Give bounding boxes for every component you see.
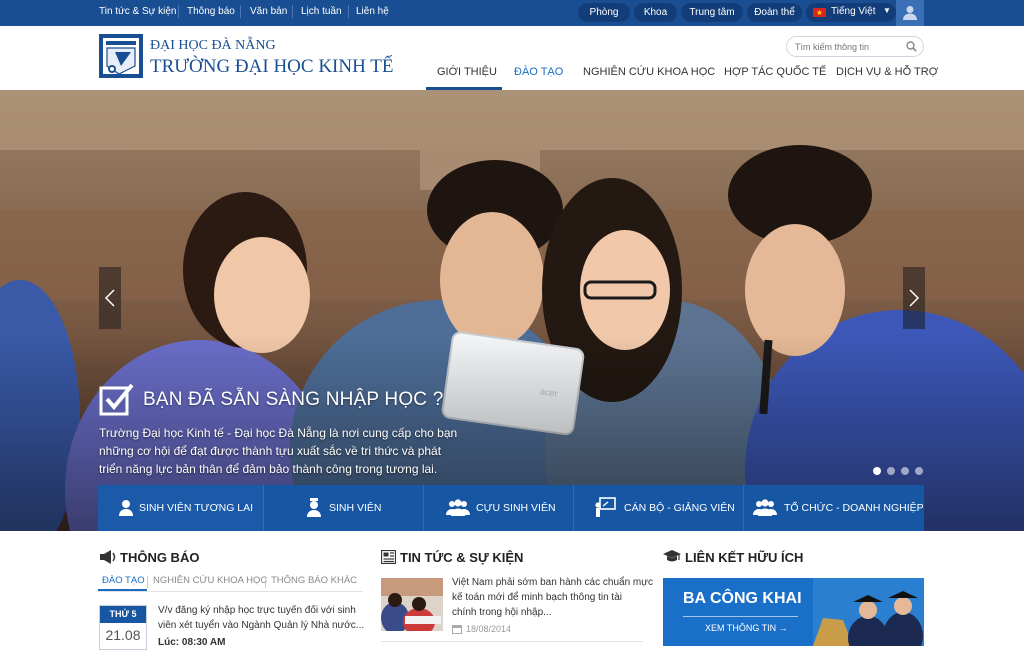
tile-label: CỰU SINH VIÊN <box>476 502 556 514</box>
flag-vn-icon <box>813 8 826 17</box>
user-menu-button[interactable] <box>896 0 924 26</box>
banner-title: BA CÔNG KHAI <box>683 590 802 607</box>
tile-label: SINH VIÊN <box>329 502 382 514</box>
tile-label: TỔ CHỨC - DOANH NGHIỆP <box>784 502 924 514</box>
toplink-news[interactable]: Tin tức & Sự kiện <box>99 6 177 17</box>
toplink-contact[interactable]: Liên hệ <box>356 6 389 17</box>
slider-dot[interactable] <box>887 467 895 475</box>
pill-unions[interactable]: Đoàn thể <box>747 3 802 22</box>
nav-services[interactable]: DỊCH VỤ & HỖ TRỢ <box>836 66 938 78</box>
student-icon <box>307 498 321 517</box>
toplink-notices[interactable]: Thông báo <box>187 6 235 17</box>
nav-about[interactable]: GIỚI THIỆU <box>437 66 497 78</box>
news-headline-line[interactable]: kế toán mới để minh bạch thông tin tài <box>452 592 622 603</box>
news-headline-line[interactable]: chính trong hội nhập... <box>452 607 552 618</box>
slider-prev-button[interactable] <box>99 267 121 329</box>
divider <box>683 616 798 617</box>
tile-organizations[interactable]: TỔ CHỨC - DOANH NGHIỆP <box>744 485 924 531</box>
slider-dot[interactable] <box>873 467 881 475</box>
notices-tab-research[interactable]: NGHIÊN CỨU KHOA HỌC <box>153 575 267 586</box>
hero-text-line: Trường Đại học Kinh tế - Đại học Đà Nẵng… <box>99 426 458 440</box>
hero-text-line: triển năng lực bản thân để đảm bảo thành… <box>99 462 438 476</box>
user-icon <box>903 6 917 20</box>
school-name: TRƯỜNG ĐẠI HỌC KINH TẾ <box>150 56 394 77</box>
tile-label: CÁN BỘ - GIẢNG VIÊN <box>624 502 735 514</box>
divider <box>348 5 349 18</box>
people-icon <box>446 499 470 516</box>
slider-next-button[interactable] <box>903 267 925 329</box>
tile-students[interactable]: SINH VIÊN <box>264 485 424 531</box>
search-icon[interactable] <box>906 41 917 52</box>
divider <box>98 591 363 592</box>
checkbox-icon <box>99 383 134 416</box>
divider <box>240 5 241 18</box>
chevron-left-icon <box>104 289 115 307</box>
nav-international[interactable]: HỢP TÁC QUỐC TẾ <box>724 66 826 78</box>
divider <box>381 641 643 642</box>
nav-training[interactable]: ĐÀO TẠO <box>514 66 563 78</box>
news-date: 18/08/2014 <box>466 624 512 634</box>
slider-dot[interactable] <box>901 467 909 475</box>
news-photo <box>381 578 443 631</box>
hero-text-line: những cơ hội để đạt được thành tựu xuất … <box>99 444 442 458</box>
calendar-weekday: THỨ 5 <box>100 606 146 623</box>
calendar-badge: THỨ 5 21.08 <box>99 605 147 650</box>
university-logo[interactable] <box>99 34 143 78</box>
notices-title: THÔNG BÁO <box>120 550 200 565</box>
news-thumbnail[interactable] <box>381 578 443 631</box>
toplink-weekly-schedule[interactable]: Lịch tuần <box>301 6 342 17</box>
newspaper-icon <box>381 550 396 564</box>
board-icon <box>595 497 616 517</box>
divider <box>147 576 148 588</box>
pill-departments[interactable]: Phòng <box>578 3 630 22</box>
banner-three-publicity[interactable]: BA CÔNG KHAI XEM THÔNG TIN → <box>663 578 924 646</box>
nav-research[interactable]: NGHIÊN CỨU KHOA HỌC <box>583 66 715 78</box>
graduation-cap-icon <box>663 550 681 562</box>
chevron-right-icon <box>909 289 920 307</box>
slider-dot[interactable] <box>915 467 923 475</box>
header: ĐẠI HỌC ĐÀ NẴNG TRƯỜNG ĐẠI HỌC KINH TẾ G… <box>0 26 1024 90</box>
notices-tab-other[interactable]: THÔNG BÁO KHÁC <box>271 575 357 586</box>
calendar-date: 21.08 <box>105 627 141 643</box>
pill-faculties[interactable]: Khoa <box>634 3 677 22</box>
tile-future-students[interactable]: SINH VIÊN TƯƠNG LAI <box>98 485 264 531</box>
search-input[interactable] <box>795 39 900 54</box>
language-label: Tiếng Việt <box>831 6 876 17</box>
divider <box>292 5 293 18</box>
hero-heading: BẠN ĐÃ SẴN SÀNG NHẬP HỌC ? <box>143 389 444 410</box>
university-name: ĐẠI HỌC ĐÀ NẴNG <box>150 38 276 53</box>
divider <box>178 5 179 18</box>
audience-tiles: SINH VIÊN TƯƠNG LAI SINH VIÊN CỰU SINH V… <box>98 485 924 531</box>
pill-centers[interactable]: Trung tâm <box>681 3 743 22</box>
news-title: TIN TỨC & SỰ KIỆN <box>400 550 524 565</box>
notice-title-line[interactable]: viên xét tuyển vào Ngành Quản lý Nhà nướ… <box>158 620 364 631</box>
links-title: LIÊN KẾT HỮU ÍCH <box>685 550 804 565</box>
tile-staff-lecturers[interactable]: CÁN BỘ - GIẢNG VIÊN <box>574 485 744 531</box>
people-icon <box>753 499 777 516</box>
hero-slider: acer BẠN ĐÃ SẴN SÀNG NHẬP HỌC ? Trường Đ… <box>0 90 1024 531</box>
divider <box>265 576 266 588</box>
user-icon <box>119 500 133 516</box>
notices-tab-training[interactable]: ĐÀO TẠO <box>102 575 145 586</box>
tile-alumni[interactable]: CỰU SINH VIÊN <box>424 485 574 531</box>
notice-time: Lúc: 08:30 AM <box>158 637 226 648</box>
news-headline-line[interactable]: Việt Nam phải sớm ban hành các chuẩn mực <box>452 577 653 588</box>
chevron-down-icon: ▼ <box>883 6 891 15</box>
language-select[interactable]: Tiếng Việt ▼ <box>806 3 896 22</box>
banner-link[interactable]: XEM THÔNG TIN → <box>705 623 788 633</box>
calendar-icon <box>452 625 462 634</box>
top-bar: Tin tức & Sự kiện Thông báo Văn bản Lịch… <box>0 0 1024 26</box>
tile-label: SINH VIÊN TƯƠNG LAI <box>139 502 254 514</box>
graduates-photo <box>813 578 924 646</box>
notice-title-line[interactable]: V/v đăng ký nhập học trực tuyến đối với … <box>158 605 356 616</box>
megaphone-icon <box>100 550 116 564</box>
toplink-documents[interactable]: Văn bản <box>250 6 287 17</box>
search-box <box>786 36 924 57</box>
logo-emblem-icon <box>103 38 139 75</box>
